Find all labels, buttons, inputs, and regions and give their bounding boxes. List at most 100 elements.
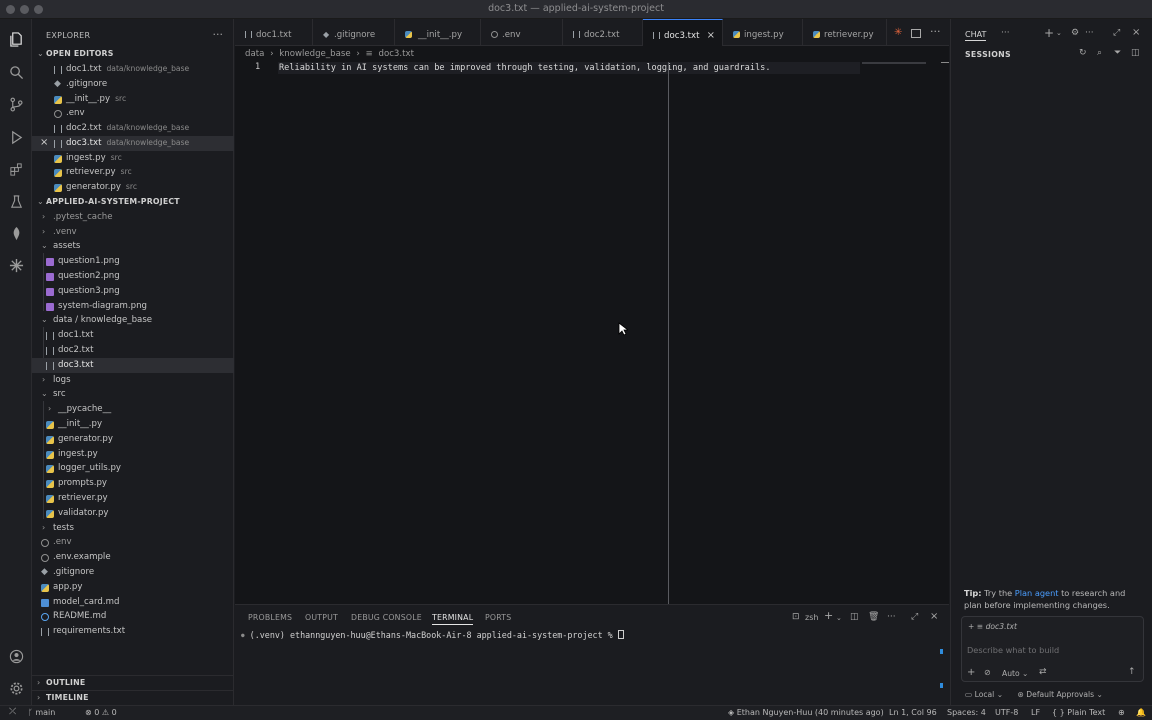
- chat-input[interactable]: [967, 644, 1137, 656]
- editor-area[interactable]: data › knowledge_base › ≡ doc3.txt 1 Rel…: [235, 46, 949, 604]
- git-blame-item[interactable]: ◈ Ethan Nguyen-Huu (40 minutes ago): [728, 708, 884, 717]
- tab-terminal[interactable]: TERMINAL: [432, 613, 474, 625]
- claude-spark-icon[interactable]: ✳: [894, 27, 902, 38]
- chat-title[interactable]: CHAT: [965, 30, 987, 41]
- language-mode[interactable]: { } Plain Text: [1052, 708, 1105, 717]
- approvals-selector[interactable]: Default Approvals: [1026, 690, 1094, 699]
- send-arrow-icon[interactable]: ↑: [1128, 667, 1136, 677]
- settings-gear-icon[interactable]: ⚙: [1071, 28, 1079, 38]
- tree-file[interactable]: generator.py: [32, 432, 234, 447]
- layout-icon[interactable]: ◫: [1131, 48, 1140, 58]
- close-icon[interactable]: ×: [1132, 27, 1140, 38]
- add-context-icon[interactable]: +: [968, 622, 974, 631]
- tab-init[interactable]: __init__.py: [395, 19, 481, 46]
- tab-doc1[interactable]: doc1.txt: [235, 19, 313, 46]
- explorer-icon[interactable]: [6, 29, 26, 49]
- tree-file[interactable]: .env.example: [32, 550, 234, 565]
- tab-gitignore[interactable]: ◆ .gitignore: [313, 19, 395, 46]
- terminal-shell-label[interactable]: zsh: [805, 613, 818, 622]
- tree-file[interactable]: README.md: [32, 609, 234, 624]
- close-icon[interactable]: ×: [40, 136, 48, 151]
- tree-file[interactable]: question1.png: [32, 254, 234, 269]
- chevron-down-icon[interactable]: ⌄: [836, 614, 842, 622]
- tree-file[interactable]: doc2.txt: [32, 343, 234, 358]
- more-actions-icon[interactable]: ···: [213, 28, 224, 41]
- add-icon[interactable]: +: [967, 667, 975, 678]
- tab-doc3-active[interactable]: doc3.txt ×: [643, 19, 723, 46]
- more-actions-icon[interactable]: ···: [887, 612, 896, 622]
- close-panel-icon[interactable]: ×: [930, 611, 938, 622]
- account-icon[interactable]: [6, 646, 26, 666]
- split-terminal-icon[interactable]: ◫: [850, 612, 859, 622]
- location-selector[interactable]: Local: [975, 690, 995, 699]
- context-chip[interactable]: + ≡ doc3.txt: [968, 622, 1017, 631]
- line-ending[interactable]: LF: [1031, 708, 1040, 717]
- tree-folder[interactable]: ⌄ src: [32, 387, 234, 402]
- minimap[interactable]: [862, 62, 926, 64]
- open-editor-item[interactable]: ingest.py src: [32, 151, 234, 166]
- split-editor-icon[interactable]: [911, 29, 921, 38]
- tree-file[interactable]: logger_utils.py: [32, 461, 234, 476]
- new-terminal-icon[interactable]: +: [824, 609, 833, 622]
- code-line[interactable]: Reliability in AI systems can be improve…: [278, 62, 860, 74]
- tree-file[interactable]: .env: [32, 535, 234, 550]
- tree-file[interactable]: validator.py: [32, 506, 234, 521]
- tree-file[interactable]: prompts.py: [32, 476, 234, 491]
- tree-folder[interactable]: › logs: [32, 373, 234, 388]
- tree-file[interactable]: requirements.txt: [32, 624, 234, 639]
- tools-icon[interactable]: ⊘: [984, 668, 991, 677]
- tab-ingest[interactable]: ingest.py: [723, 19, 803, 46]
- sliders-icon[interactable]: ⇄: [1039, 667, 1047, 677]
- tree-file[interactable]: question2.png: [32, 269, 234, 284]
- open-editor-item[interactable]: retriever.py src: [32, 165, 234, 180]
- tree-file[interactable]: ingest.py: [32, 447, 234, 462]
- terminal-prompt[interactable]: ● (.venv) ethannguyen-huu@Ethans-MacBook…: [241, 630, 624, 640]
- tree-folder[interactable]: ⌄ data / knowledge_base: [32, 313, 234, 328]
- more-actions-icon[interactable]: ···: [1085, 28, 1094, 38]
- problems-item[interactable]: ⊗ 0 ⚠ 0: [85, 708, 117, 717]
- tree-folder[interactable]: › .pytest_cache: [32, 210, 234, 225]
- indentation[interactable]: Spaces: 4: [947, 708, 986, 717]
- notifications-icon[interactable]: 🔔: [1136, 708, 1146, 717]
- timeline-header[interactable]: › TIMELINE: [32, 690, 234, 705]
- trash-icon[interactable]: 🗑: [868, 612, 879, 622]
- open-editor-item-active[interactable]: × doc3.txt data/knowledge_base: [32, 136, 234, 151]
- tree-folder[interactable]: › __pycache__: [32, 402, 234, 417]
- new-chat-icon[interactable]: +: [1044, 26, 1054, 40]
- run-debug-icon[interactable]: [6, 127, 26, 147]
- tab-ports[interactable]: PORTS: [485, 613, 511, 622]
- extensions-icon[interactable]: [6, 159, 26, 179]
- outline-header[interactable]: › OUTLINE: [32, 675, 234, 690]
- tree-file[interactable]: __init__.py: [32, 417, 234, 432]
- maximize-icon[interactable]: ⤢: [1113, 28, 1120, 38]
- tree-file[interactable]: doc1.txt: [32, 328, 234, 343]
- more-actions-icon[interactable]: ···: [930, 25, 941, 38]
- tree-folder[interactable]: ⌄ assets: [32, 239, 234, 254]
- scrollbar[interactable]: [941, 62, 949, 63]
- tree-file[interactable]: system-diagram.png: [32, 299, 234, 314]
- open-editor-item[interactable]: __init__.py src: [32, 92, 234, 107]
- tree-file[interactable]: ◆ .gitignore: [32, 565, 234, 580]
- tree-file[interactable]: app.py: [32, 580, 234, 595]
- search-icon[interactable]: ⌕: [1097, 48, 1102, 58]
- more-actions-icon[interactable]: ···: [1001, 28, 1010, 38]
- source-control-icon[interactable]: [6, 94, 26, 114]
- maximize-panel-icon[interactable]: ⤢: [911, 612, 918, 622]
- chevron-down-icon[interactable]: ⌄: [1056, 29, 1062, 37]
- remote-icon[interactable]: ⤫: [9, 707, 16, 717]
- tree-file-selected[interactable]: doc3.txt: [32, 358, 234, 373]
- tab-output[interactable]: OUTPUT: [305, 613, 338, 622]
- tab-doc2[interactable]: doc2.txt: [563, 19, 643, 46]
- open-editor-item[interactable]: generator.py src: [32, 180, 234, 195]
- tab-problems[interactable]: PROBLEMS: [248, 613, 292, 622]
- tab-debug-console[interactable]: DEBUG CONSOLE: [351, 613, 422, 622]
- mode-selector[interactable]: Auto ⌄: [1002, 669, 1028, 678]
- tab-env[interactable]: .env: [481, 19, 563, 46]
- breadcrumb-item[interactable]: knowledge_base: [279, 49, 350, 59]
- copilot-icon[interactable]: ⊕: [1118, 708, 1125, 717]
- tree-file[interactable]: question3.png: [32, 284, 234, 299]
- tree-folder[interactable]: › tests: [32, 521, 234, 536]
- refresh-icon[interactable]: ↻: [1079, 48, 1087, 58]
- branch-item[interactable]: ᚴ main: [28, 708, 55, 717]
- tree-file[interactable]: retriever.py: [32, 491, 234, 506]
